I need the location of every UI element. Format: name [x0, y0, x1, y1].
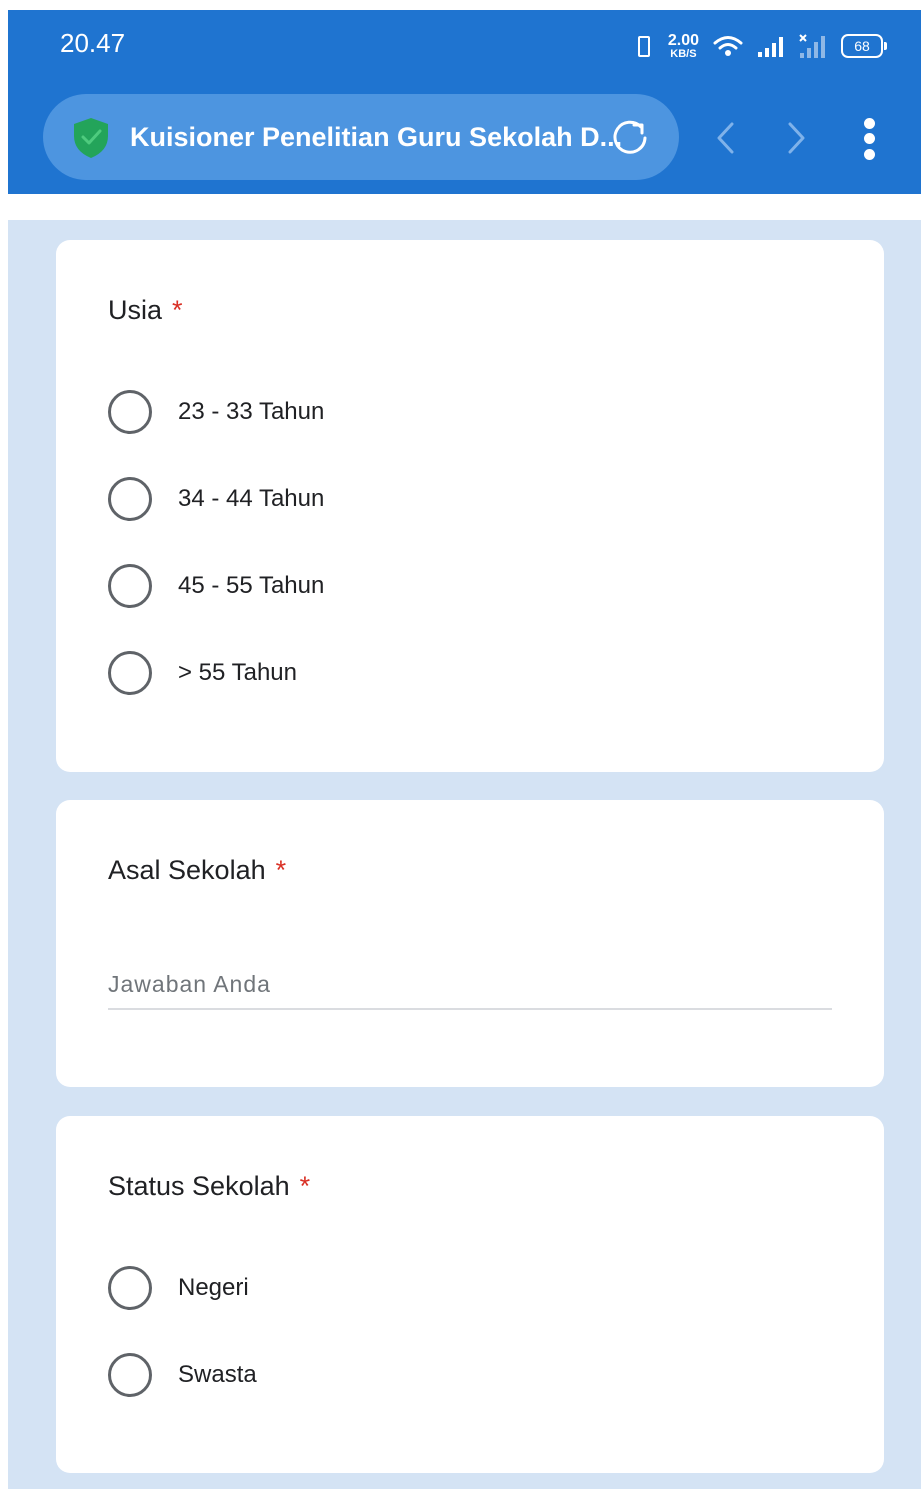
question-title: Usia *: [108, 295, 183, 326]
required-mark: *: [275, 855, 287, 885]
answer-input[interactable]: [108, 960, 832, 1010]
question-card-status-sekolah: Status Sekolah * Negeri Swasta: [56, 1116, 884, 1473]
radio-option[interactable]: 34 - 44 Tahun: [108, 476, 324, 522]
radio-button[interactable]: [108, 477, 152, 521]
browser-toolbar: 20.47 2.00 KB/S 68 Kuisioner Penelitian …: [8, 10, 921, 194]
signal-icon: [757, 34, 785, 58]
question-title: Status Sekolah *: [108, 1171, 310, 1202]
option-label[interactable]: 34 - 44 Tahun: [178, 485, 324, 513]
radio-button[interactable]: [108, 651, 152, 695]
question-label: Status Sekolah: [108, 1171, 290, 1201]
network-speed-value: 2.00: [667, 31, 699, 49]
question-card-usia: Usia * 23 - 33 Tahun 34 - 44 Tahun 45 - 5…: [56, 240, 884, 772]
status-icons: 2.00 KB/S 68: [632, 31, 887, 60]
battery-indicator: 68: [841, 34, 887, 58]
radio-option[interactable]: Negeri: [108, 1265, 249, 1311]
signal-off-icon: [799, 33, 827, 59]
radio-button[interactable]: [108, 1353, 152, 1397]
wifi-icon: [713, 34, 743, 58]
reload-icon[interactable]: [609, 117, 651, 164]
question-label: Asal Sekolah: [108, 855, 266, 885]
option-label[interactable]: 23 - 33 Tahun: [178, 398, 324, 426]
required-mark: *: [299, 1171, 311, 1201]
network-speed: 2.00 KB/S: [667, 31, 699, 60]
form-content: Usia * 23 - 33 Tahun 34 - 44 Tahun 45 - 5…: [8, 220, 921, 1489]
required-mark: *: [172, 295, 183, 325]
radio-button[interactable]: [108, 564, 152, 608]
question-card-asal-sekolah: Asal Sekolah *: [56, 800, 884, 1087]
option-label[interactable]: Negeri: [178, 1274, 249, 1302]
radio-button[interactable]: [108, 1266, 152, 1310]
radio-option[interactable]: 23 - 33 Tahun: [108, 389, 324, 435]
page-title[interactable]: Kuisioner Penelitian Guru Sekolah D...: [130, 122, 622, 153]
radio-option[interactable]: 45 - 55 Tahun: [108, 563, 324, 609]
option-label[interactable]: 45 - 55 Tahun: [178, 572, 324, 600]
option-label[interactable]: > 55 Tahun: [178, 659, 297, 687]
question-title: Asal Sekolah *: [108, 855, 286, 886]
option-label[interactable]: Swasta: [178, 1361, 257, 1389]
vibrate-icon: [632, 34, 654, 58]
forward-icon[interactable]: [781, 118, 811, 163]
radio-option[interactable]: Swasta: [108, 1352, 257, 1398]
status-time: 20.47: [60, 28, 126, 58]
shield-icon[interactable]: [71, 116, 111, 165]
address-bar[interactable]: Kuisioner Penelitian Guru Sekolah D...: [43, 94, 679, 180]
menu-icon[interactable]: [858, 114, 882, 162]
network-speed-unit: KB/S: [670, 47, 697, 60]
back-icon[interactable]: [711, 118, 741, 163]
radio-option[interactable]: > 55 Tahun: [108, 650, 297, 696]
radio-button[interactable]: [108, 390, 152, 434]
question-label: Usia: [108, 295, 163, 325]
